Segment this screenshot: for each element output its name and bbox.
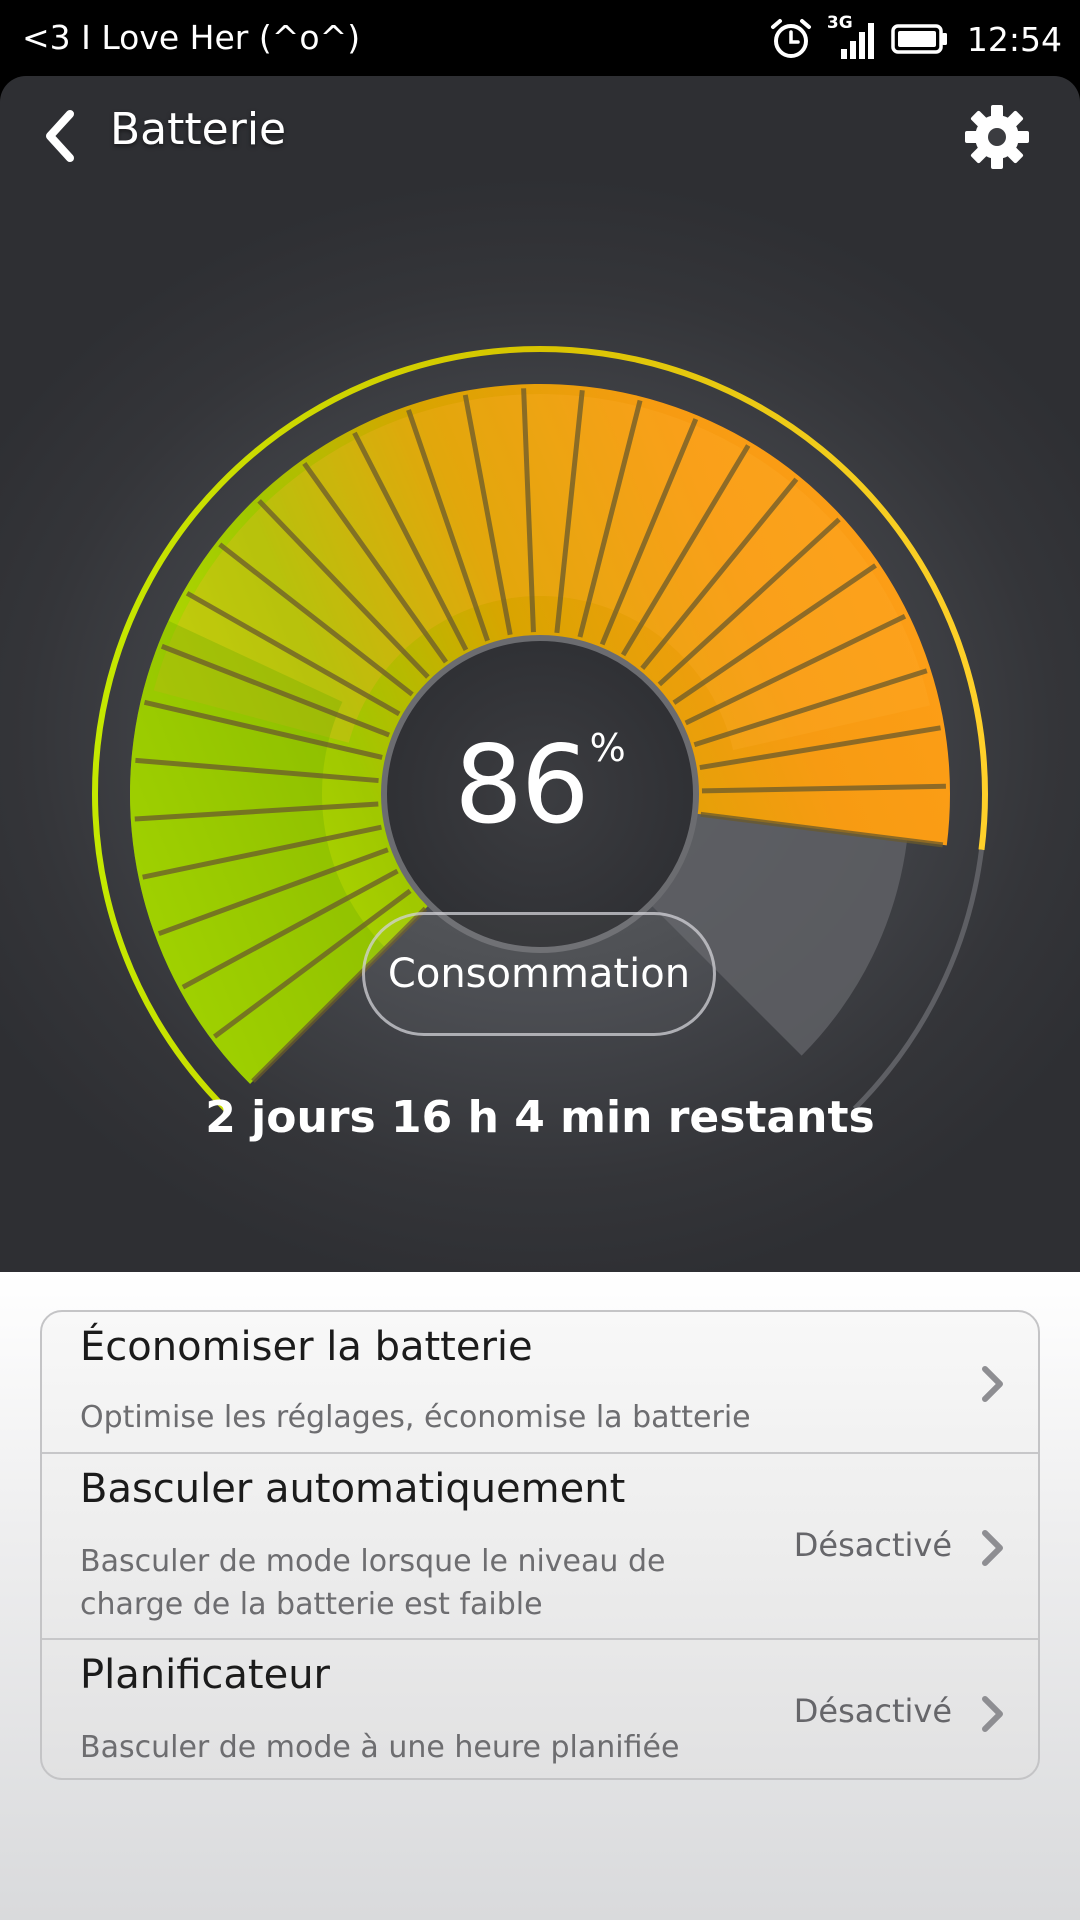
chevron-left-icon (46, 110, 74, 162)
option-subtitle-line: charge de la batterie est faible (80, 1587, 543, 1622)
consumption-button[interactable]: Consommation (362, 912, 716, 1036)
options-panel: Économiser la batterie Optimise les régl… (0, 1272, 1080, 1920)
signal-3g-icon: 3G (827, 13, 877, 61)
battery-header-panel: Batterie 86% Consommation 2 jours 16 h 4… (0, 76, 1080, 1272)
settings-button[interactable] (960, 100, 1034, 174)
clock: 12:54 (966, 19, 1062, 59)
status-icons: 3G 12:54 (769, 13, 1062, 64)
option-save-battery[interactable]: Économiser la batterie Optimise les régl… (42, 1312, 1038, 1454)
battery-level-unit: % (589, 726, 626, 770)
option-subtitle-line: Basculer de mode lorsque le niveau de (80, 1544, 666, 1579)
alarm-icon (770, 19, 811, 58)
gear-icon (965, 105, 1029, 169)
back-button[interactable] (30, 104, 90, 168)
option-status: Désactivé (793, 1692, 952, 1730)
option-title: Économiser la batterie (80, 1324, 533, 1370)
carrier-text: <3 I Love Her (^o^) (22, 18, 361, 57)
chevron-right-icon (982, 1696, 1003, 1732)
battery-icon (891, 24, 947, 54)
remaining-time: 2 jours 16 h 4 min restants (205, 1092, 875, 1143)
option-subtitle: Optimise les réglages, économise la batt… (80, 1400, 751, 1435)
page-title: Batterie (110, 104, 287, 155)
option-scheduler[interactable]: Planificateur Basculer de mode à une heu… (42, 1640, 1038, 1778)
options-card: Économiser la batterie Optimise les régl… (40, 1310, 1040, 1780)
chevron-right-icon (982, 1530, 1003, 1566)
option-subtitle: Basculer de mode à une heure planifiée (80, 1730, 680, 1765)
battery-screen: <3 I Love Her (^o^) 3G 12:54 Batterie 86… (0, 0, 1080, 1920)
chevron-right-icon (982, 1366, 1003, 1402)
status-bar: <3 I Love Her (^o^) 3G 12:54 (0, 0, 1080, 78)
consumption-button-label: Consommation (387, 951, 691, 997)
option-subtitle: Basculer de mode lorsque le niveau de ch… (80, 1540, 665, 1626)
battery-percentage: 86% (390, 716, 690, 856)
option-status: Désactivé (793, 1526, 952, 1564)
battery-level-value: 86 (454, 723, 589, 848)
title-bar: Batterie (0, 76, 1080, 194)
option-title: Basculer automatiquement (80, 1466, 626, 1512)
option-auto-switch[interactable]: Basculer automatiquement Basculer de mod… (42, 1454, 1038, 1640)
option-title: Planificateur (80, 1652, 330, 1698)
